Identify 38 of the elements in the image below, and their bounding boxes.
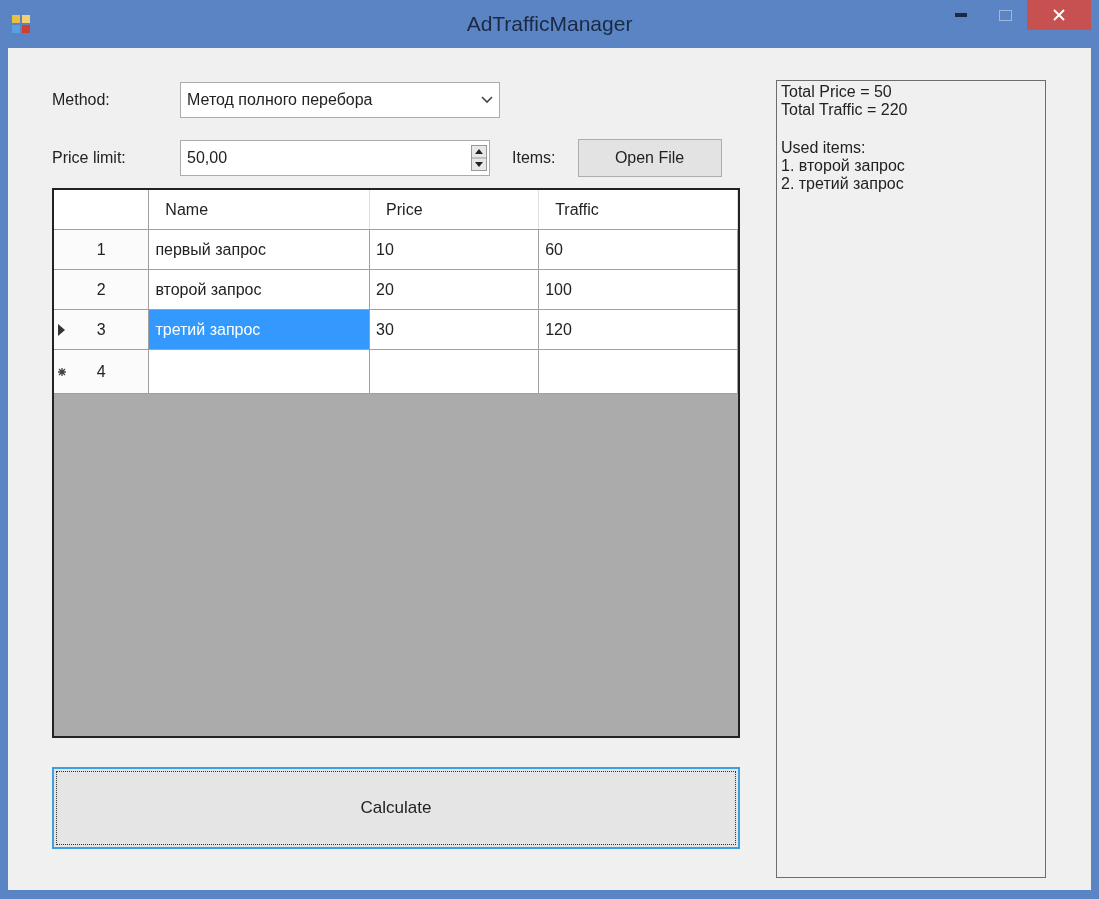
table-cell: 120 — [539, 310, 738, 349]
table-cell: 30 — [370, 310, 540, 349]
table-cell: 60 — [539, 230, 738, 269]
column-header[interactable]: Price — [370, 190, 540, 229]
column-header[interactable]: Traffic — [539, 190, 738, 229]
method-label: Method: — [52, 90, 111, 110]
price-limit-spinner[interactable]: 50,00 — [180, 140, 490, 176]
row-header[interactable]: 3 — [54, 310, 150, 349]
table-cell: 20 — [370, 270, 540, 309]
table-cell: третий запрос — [149, 310, 371, 349]
close-icon — [1053, 9, 1065, 21]
chevron-down-icon — [481, 96, 493, 104]
spinner-arrows-icon — [471, 145, 487, 171]
result-line: Total Traffic = 220 — [781, 101, 909, 119]
row-header[interactable]: 1 — [54, 230, 150, 269]
row-header[interactable]: 4 — [54, 350, 150, 393]
table-cell: 10 — [370, 230, 540, 269]
used-item: 1. второй запрос — [781, 157, 906, 175]
row-header[interactable]: 2 — [54, 270, 150, 309]
table-cell: второй запрос — [149, 270, 371, 309]
minimize-icon — [955, 13, 967, 17]
items-label: Items: — [512, 148, 556, 168]
result-line: Total Price = 50 — [781, 83, 893, 101]
open-file-button[interactable]: Open File — [577, 139, 722, 177]
app-icon — [12, 15, 30, 33]
new-row-icon — [58, 367, 66, 376]
window-title: AdTrafficManager — [466, 11, 633, 38]
price-limit-label: Price limit: — [52, 148, 127, 168]
method-dropdown[interactable]: Метод полного перебора — [180, 82, 500, 118]
maximize-icon — [998, 9, 1012, 21]
calculate-button[interactable]: Calculate — [52, 767, 740, 849]
column-header[interactable]: Name — [149, 190, 371, 229]
table-cell: 100 — [539, 270, 738, 309]
used-item: 2. третий запрос — [781, 175, 905, 193]
table-cell: первый запрос — [149, 230, 371, 269]
close-button[interactable] — [1027, 0, 1091, 30]
used-items-heading: Used items: — [781, 139, 867, 157]
current-row-icon — [58, 323, 66, 336]
